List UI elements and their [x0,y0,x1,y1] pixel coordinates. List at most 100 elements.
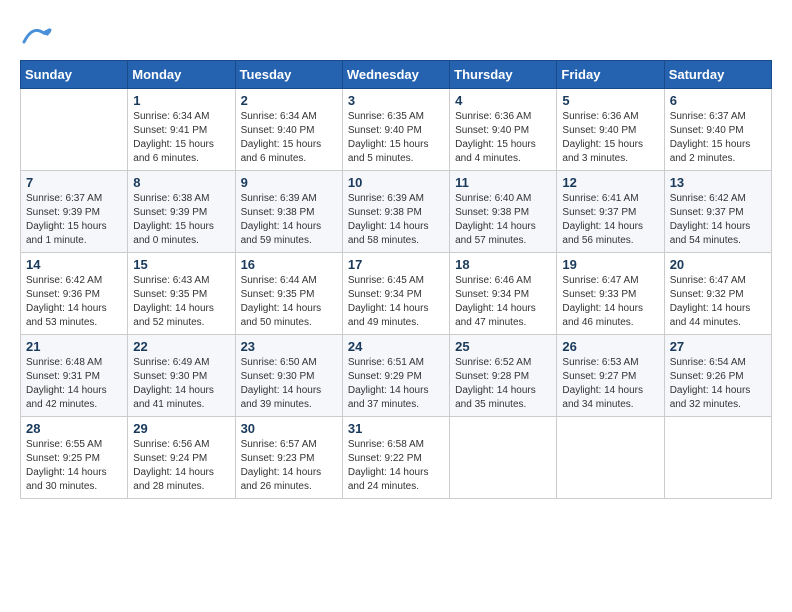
weekday-header-wednesday: Wednesday [342,61,449,89]
weekday-header-sunday: Sunday [21,61,128,89]
day-number: 9 [241,175,337,190]
calendar-cell: 16 Sunrise: 6:44 AMSunset: 9:35 PMDayligh… [235,253,342,335]
day-info: Sunrise: 6:37 AMSunset: 9:40 PMDaylight:… [670,110,766,166]
day-number: 10 [348,175,444,190]
calendar-cell: 23 Sunrise: 6:50 AMSunset: 9:30 PMDayligh… [235,335,342,417]
weekday-header-tuesday: Tuesday [235,61,342,89]
weekday-header-friday: Friday [557,61,664,89]
calendar-cell: 29Sunrise: 6:56 AMSunset: 9:24 PMDayligh… [128,417,235,499]
day-number: 5 [562,93,658,108]
calendar-cell: 24Sunrise: 6:51 AMSunset: 9:29 PMDayligh… [342,335,449,417]
calendar-cell: 8 Sunrise: 6:38 AMSunset: 9:39 PMDaylight… [128,171,235,253]
calendar-cell: 30 Sunrise: 6:57 AMSunset: 9:23 PMDayligh… [235,417,342,499]
day-number: 30 [241,421,337,436]
calendar-cell [21,89,128,171]
calendar-week-5: 28 Sunrise: 6:55 AMSunset: 9:25 PMDayligh… [21,417,772,499]
calendar-cell [557,417,664,499]
day-info: Sunrise: 6:52 AMSunset: 9:28 PMDaylight:… [455,356,551,412]
day-number: 31 [348,421,444,436]
day-number: 26 [562,339,658,354]
calendar-week-3: 14 Sunrise: 6:42 AMSunset: 9:36 PMDayligh… [21,253,772,335]
day-info: Sunrise: 6:42 AMSunset: 9:37 PMDaylight:… [670,192,766,248]
day-number: 28 [26,421,122,436]
calendar-cell: 22 Sunrise: 6:49 AMSunset: 9:30 PMDayligh… [128,335,235,417]
day-number: 2 [241,93,337,108]
weekday-header-row: SundayMondayTuesdayWednesdayThursdayFrid… [21,61,772,89]
day-info: Sunrise: 6:45 AMSunset: 9:34 PMDaylight:… [348,274,444,330]
day-number: 7 [26,175,122,190]
calendar-cell: 28 Sunrise: 6:55 AMSunset: 9:25 PMDayligh… [21,417,128,499]
day-info: Sunrise: 6:43 AMSunset: 9:35 PMDaylight:… [133,274,229,330]
calendar-cell: 18 Sunrise: 6:46 AMSunset: 9:34 PMDayligh… [450,253,557,335]
day-info: Sunrise: 6:46 AMSunset: 9:34 PMDaylight:… [455,274,551,330]
day-number: 12 [562,175,658,190]
day-number: 3 [348,93,444,108]
day-info: Sunrise: 6:50 AMSunset: 9:30 PMDaylight:… [241,356,337,412]
calendar-header: SundayMondayTuesdayWednesdayThursdayFrid… [21,61,772,89]
calendar-cell: 15Sunrise: 6:43 AMSunset: 9:35 PMDayligh… [128,253,235,335]
day-number: 22 [133,339,229,354]
day-info: Sunrise: 6:34 AMSunset: 9:40 PMDaylight:… [241,110,337,166]
calendar-cell: 9Sunrise: 6:39 AMSunset: 9:38 PMDaylight… [235,171,342,253]
day-number: 27 [670,339,766,354]
page-header [20,20,772,50]
day-number: 1 [133,93,229,108]
calendar-cell: 3 Sunrise: 6:35 AMSunset: 9:40 PMDaylight… [342,89,449,171]
day-info: Sunrise: 6:44 AMSunset: 9:35 PMDaylight:… [241,274,337,330]
weekday-header-thursday: Thursday [450,61,557,89]
day-number: 14 [26,257,122,272]
day-info: Sunrise: 6:34 AMSunset: 9:41 PMDaylight:… [133,110,229,166]
calendar-week-1: 1 Sunrise: 6:34 AMSunset: 9:41 PMDaylight… [21,89,772,171]
calendar-cell: 12 Sunrise: 6:41 AMSunset: 9:37 PMDayligh… [557,171,664,253]
day-info: Sunrise: 6:54 AMSunset: 9:26 PMDaylight:… [670,356,766,412]
day-info: Sunrise: 6:37 AMSunset: 9:39 PMDaylight:… [26,192,122,248]
calendar-cell: 6Sunrise: 6:37 AMSunset: 9:40 PMDaylight… [664,89,771,171]
calendar-cell: 20 Sunrise: 6:47 AMSunset: 9:32 PMDayligh… [664,253,771,335]
day-info: Sunrise: 6:53 AMSunset: 9:27 PMDaylight:… [562,356,658,412]
weekday-header-saturday: Saturday [664,61,771,89]
calendar-cell: 4 Sunrise: 6:36 AMSunset: 9:40 PMDaylight… [450,89,557,171]
calendar-cell: 27 Sunrise: 6:54 AMSunset: 9:26 PMDayligh… [664,335,771,417]
calendar-cell: 21 Sunrise: 6:48 AMSunset: 9:31 PMDayligh… [21,335,128,417]
calendar-body: 1 Sunrise: 6:34 AMSunset: 9:41 PMDaylight… [21,89,772,499]
day-info: Sunrise: 6:56 AMSunset: 9:24 PMDaylight:… [133,438,229,494]
calendar-week-2: 7 Sunrise: 6:37 AMSunset: 9:39 PMDaylight… [21,171,772,253]
day-info: Sunrise: 6:42 AMSunset: 9:36 PMDaylight:… [26,274,122,330]
day-info: Sunrise: 6:41 AMSunset: 9:37 PMDaylight:… [562,192,658,248]
calendar-cell: 19 Sunrise: 6:47 AMSunset: 9:33 PMDayligh… [557,253,664,335]
day-number: 19 [562,257,658,272]
day-number: 4 [455,93,551,108]
day-info: Sunrise: 6:36 AMSunset: 9:40 PMDaylight:… [562,110,658,166]
day-number: 8 [133,175,229,190]
calendar-cell [664,417,771,499]
calendar-cell: 7 Sunrise: 6:37 AMSunset: 9:39 PMDaylight… [21,171,128,253]
day-info: Sunrise: 6:35 AMSunset: 9:40 PMDaylight:… [348,110,444,166]
calendar-cell: 11Sunrise: 6:40 AMSunset: 9:38 PMDayligh… [450,171,557,253]
day-info: Sunrise: 6:36 AMSunset: 9:40 PMDaylight:… [455,110,551,166]
day-info: Sunrise: 6:57 AMSunset: 9:23 PMDaylight:… [241,438,337,494]
day-number: 25 [455,339,551,354]
calendar-cell: 25 Sunrise: 6:52 AMSunset: 9:28 PMDayligh… [450,335,557,417]
day-info: Sunrise: 6:47 AMSunset: 9:33 PMDaylight:… [562,274,658,330]
day-number: 20 [670,257,766,272]
calendar-cell: 10Sunrise: 6:39 AMSunset: 9:38 PMDayligh… [342,171,449,253]
calendar-cell: 13 Sunrise: 6:42 AMSunset: 9:37 PMDayligh… [664,171,771,253]
day-number: 13 [670,175,766,190]
day-number: 23 [241,339,337,354]
day-number: 24 [348,339,444,354]
day-number: 18 [455,257,551,272]
logo-icon [22,20,52,50]
calendar-cell [450,417,557,499]
calendar-cell: 1 Sunrise: 6:34 AMSunset: 9:41 PMDaylight… [128,89,235,171]
calendar-cell: 17Sunrise: 6:45 AMSunset: 9:34 PMDayligh… [342,253,449,335]
day-info: Sunrise: 6:38 AMSunset: 9:39 PMDaylight:… [133,192,229,248]
calendar-cell: 31Sunrise: 6:58 AMSunset: 9:22 PMDayligh… [342,417,449,499]
calendar-table: SundayMondayTuesdayWednesdayThursdayFrid… [20,60,772,499]
day-info: Sunrise: 6:55 AMSunset: 9:25 PMDaylight:… [26,438,122,494]
day-info: Sunrise: 6:49 AMSunset: 9:30 PMDaylight:… [133,356,229,412]
day-number: 16 [241,257,337,272]
day-info: Sunrise: 6:48 AMSunset: 9:31 PMDaylight:… [26,356,122,412]
day-info: Sunrise: 6:47 AMSunset: 9:32 PMDaylight:… [670,274,766,330]
day-number: 21 [26,339,122,354]
calendar-cell: 26 Sunrise: 6:53 AMSunset: 9:27 PMDayligh… [557,335,664,417]
